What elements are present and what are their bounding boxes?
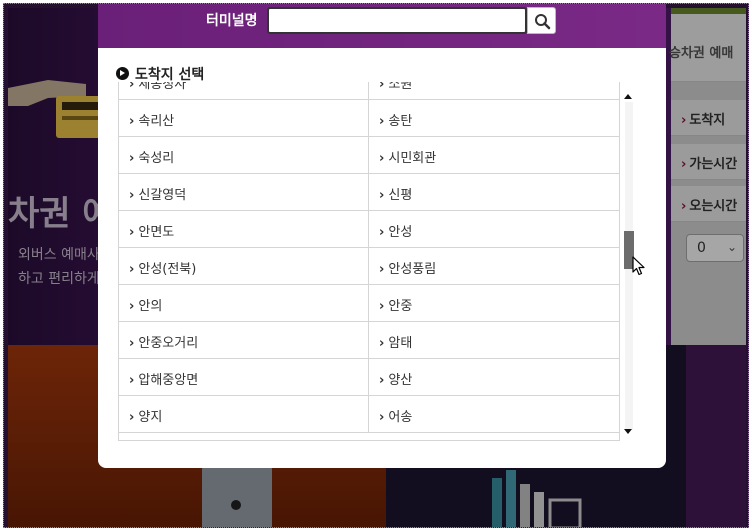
chevron-right-icon: › <box>129 336 135 351</box>
terminal-name: 숙성리 <box>138 151 175 166</box>
terminal-item[interactable]: › 안면도 <box>119 211 369 247</box>
chevron-right-icon: › <box>129 299 135 314</box>
terminal-name: 안성(전북) <box>138 262 197 277</box>
list-row: › 속리산 › 송탄 <box>119 100 619 137</box>
chevron-right-icon: › <box>129 410 135 425</box>
terminal-name: 속리산 <box>138 114 175 129</box>
terminal-name: 안면도 <box>138 225 175 240</box>
section-title: 도착지 선택 <box>116 64 204 84</box>
terminal-name: 안의 <box>138 299 163 314</box>
terminal-name: 세종청사 <box>138 82 187 92</box>
terminal-select-modal: 터미널명 도착지 선택 › 세종청사 › 소원 › 속리산 › 송탄 › 숙성리 › 시민회관 › 신갈영… <box>98 4 666 468</box>
terminal-name-label: 터미널명 <box>206 13 258 29</box>
terminal-item[interactable]: › 안중오거리 <box>119 322 369 358</box>
terminal-item[interactable]: › 안중 <box>369 285 619 321</box>
terminal-item[interactable]: › 암태 <box>369 322 619 358</box>
terminal-name: 안성풍림 <box>388 262 437 277</box>
terminal-name: 시민회관 <box>388 151 437 166</box>
chevron-right-icon: › <box>129 82 135 92</box>
terminal-item[interactable]: › 어송 <box>369 396 619 432</box>
chevron-right-icon: › <box>379 336 385 351</box>
chevron-right-icon: › <box>129 225 135 240</box>
terminal-name: 안중 <box>388 299 413 314</box>
scroll-up-arrow-icon[interactable] <box>624 94 632 99</box>
terminal-item[interactable]: › 송탄 <box>369 100 619 136</box>
chevron-right-icon: › <box>379 225 385 240</box>
list-row: › 양지 › 어송 <box>119 396 619 433</box>
destination-list[interactable]: › 세종청사 › 소원 › 속리산 › 송탄 › 숙성리 › 시민회관 › 신갈영덕 › 신평 › 안면도 › 안성 ›… <box>118 82 620 441</box>
terminal-search-input[interactable] <box>267 7 527 34</box>
terminal-name: 양지 <box>138 410 163 425</box>
list-row: › 압해중앙면 › 양산 <box>119 359 619 396</box>
chevron-right-icon: › <box>129 373 135 388</box>
chevron-right-icon: › <box>379 114 385 129</box>
list-row: › 안의 › 안중 <box>119 285 619 322</box>
list-row: › 안성(전북) › 안성풍림 <box>119 248 619 285</box>
chevron-right-icon: › <box>379 82 385 92</box>
chevron-right-icon: › <box>379 188 385 203</box>
section-title-text: 도착지 선택 <box>135 67 205 83</box>
terminal-name: 안중오거리 <box>138 336 199 351</box>
terminal-name: 양산 <box>388 373 413 388</box>
chevron-right-icon: › <box>379 410 385 425</box>
terminal-item[interactable]: › 시민회관 <box>369 137 619 173</box>
terminal-item[interactable]: › 안성풍림 <box>369 248 619 284</box>
list-row: › 신갈영덕 › 신평 <box>119 174 619 211</box>
chevron-right-icon: › <box>379 299 385 314</box>
chevron-right-icon: › <box>129 262 135 277</box>
terminal-name: 신평 <box>388 188 413 203</box>
terminal-name: 암태 <box>388 336 413 351</box>
terminal-item[interactable]: › 신평 <box>369 174 619 210</box>
destination-list-inner: › 세종청사 › 소원 › 속리산 › 송탄 › 숙성리 › 시민회관 › 신갈영덕 › 신평 › 안면도 › 안성 ›… <box>119 82 619 433</box>
chevron-right-icon: › <box>379 262 385 277</box>
chevron-right-icon: › <box>129 151 135 166</box>
chevron-right-icon: › <box>129 114 135 129</box>
terminal-name: 압해중앙면 <box>138 373 199 388</box>
scroll-down-arrow-icon[interactable] <box>624 429 632 434</box>
terminal-item[interactable]: › 안성 <box>369 211 619 247</box>
terminal-item[interactable]: › 숙성리 <box>119 137 369 173</box>
chevron-right-icon: › <box>129 188 135 203</box>
list-row: › 안면도 › 안성 <box>119 211 619 248</box>
terminal-item[interactable]: › 속리산 <box>119 100 369 136</box>
terminal-item[interactable]: › 양산 <box>369 359 619 395</box>
mouse-cursor-icon <box>632 256 645 276</box>
search-icon <box>535 14 551 30</box>
terminal-name: 송탄 <box>388 114 413 129</box>
modal-search-header: 터미널명 <box>98 4 666 48</box>
terminal-item[interactable]: › 세종청사 <box>119 82 369 99</box>
list-row: › 숙성리 › 시민회관 <box>119 137 619 174</box>
terminal-name: 소원 <box>388 82 413 92</box>
terminal-name: 신갈영덕 <box>138 188 187 203</box>
search-button[interactable] <box>527 7 556 34</box>
terminal-item[interactable]: › 신갈영덕 <box>119 174 369 210</box>
terminal-item[interactable]: › 안성(전북) <box>119 248 369 284</box>
chevron-right-icon: › <box>379 373 385 388</box>
chevron-right-icon: › <box>379 151 385 166</box>
terminal-item[interactable]: › 양지 <box>119 396 369 432</box>
terminal-name: 어송 <box>388 410 413 425</box>
terminal-name: 안성 <box>388 225 413 240</box>
terminal-item[interactable]: › 안의 <box>119 285 369 321</box>
terminal-item[interactable]: › 소원 <box>369 82 619 99</box>
list-row: › 안중오거리 › 암태 <box>119 322 619 359</box>
terminal-item[interactable]: › 압해중앙면 <box>119 359 369 395</box>
list-row: › 세종청사 › 소원 <box>119 82 619 100</box>
circle-arrow-icon <box>116 67 129 80</box>
